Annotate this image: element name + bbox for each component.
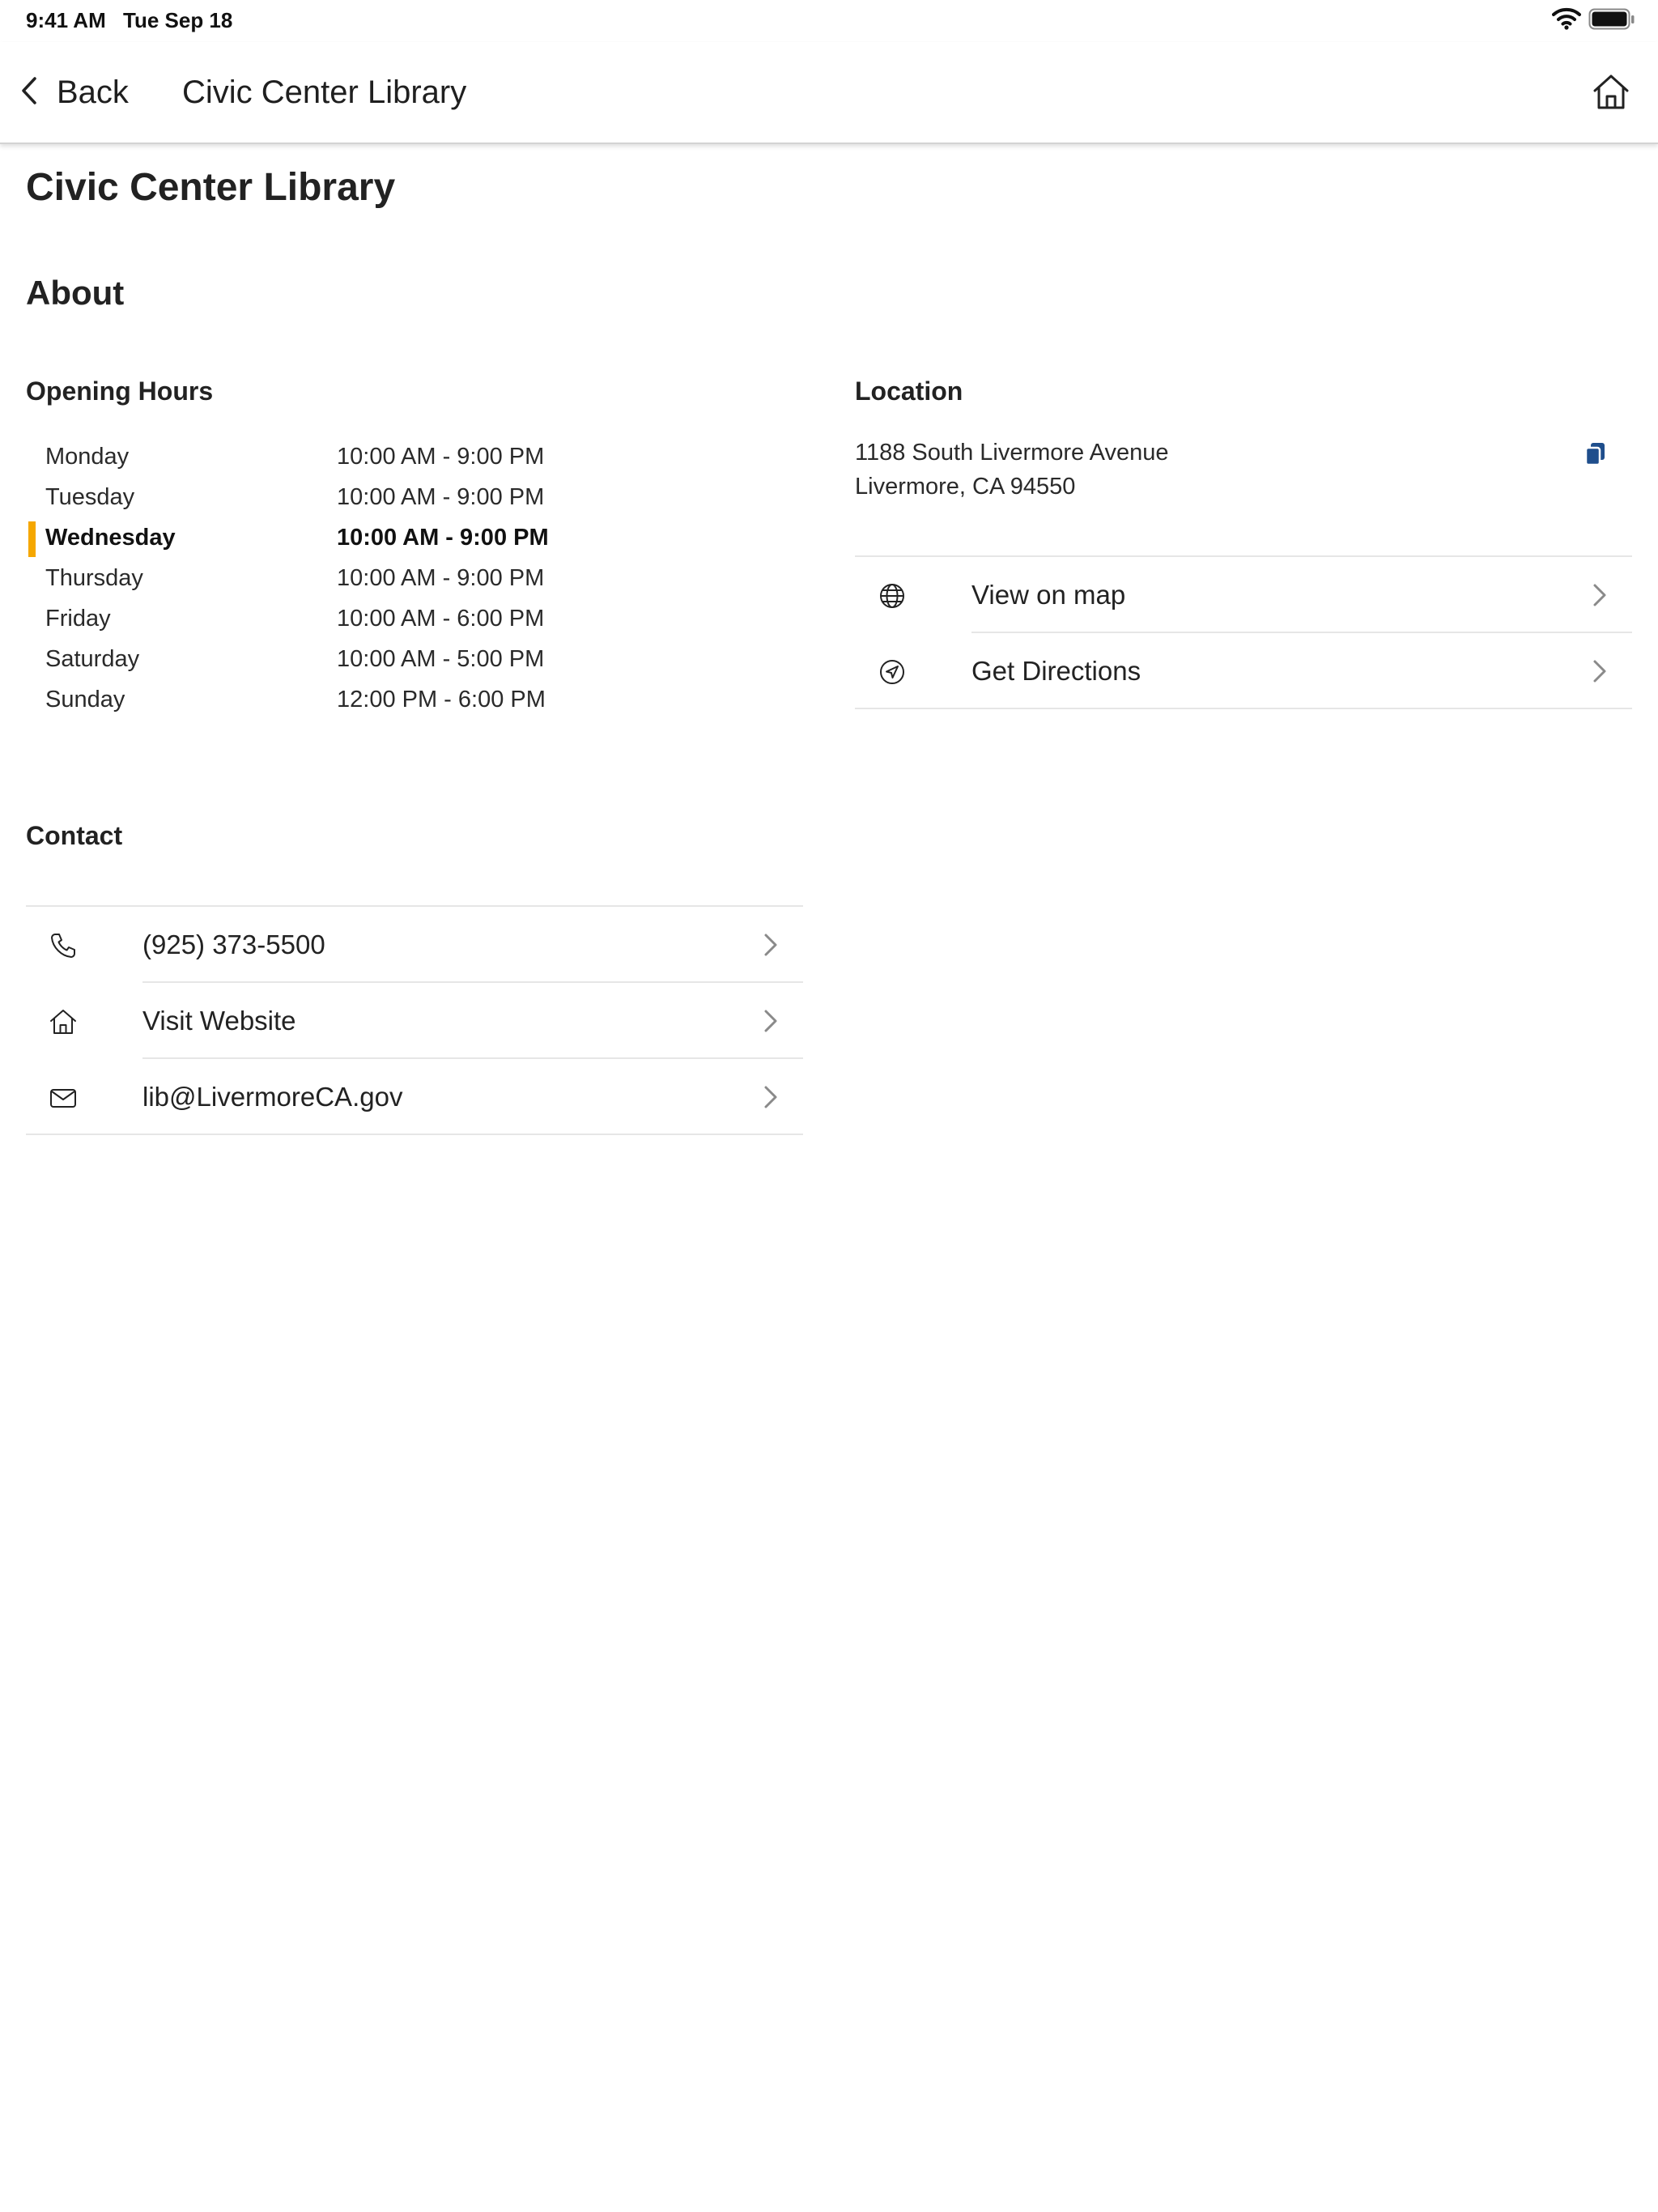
view-on-map-row[interactable]: View on map [855,557,1632,633]
navigation-arrow-icon [878,657,907,687]
hours-row-monday: Monday 10:00 AM - 9:00 PM [26,437,593,478]
opening-hours-list: Monday 10:00 AM - 9:00 PM Tuesday 10:00 … [26,437,593,721]
hours-time: 10:00 AM - 9:00 PM [337,444,545,470]
hours-row-wednesday: Wednesday 10:00 AM - 9:00 PM [26,518,593,559]
visit-website-label: Visit Website [142,1006,296,1036]
hours-row-sunday: Sunday 12:00 PM - 6:00 PM [26,680,593,721]
view-on-map-label: View on map [971,580,1126,610]
address-line-1: 1188 South Livermore Avenue [855,440,1169,466]
contact-heading: Contact [26,821,123,850]
location-heading: Location [855,376,963,406]
email-address: lib@LivermoreCA.gov [142,1082,403,1112]
nav-title: Civic Center Library [182,74,467,110]
hours-day: Sunday [45,687,125,713]
hours-time: 10:00 AM - 6:00 PM [337,606,545,632]
globe-icon [878,581,907,610]
back-button[interactable]: Back [21,71,129,113]
hours-day: Tuesday [45,484,135,510]
opening-hours-heading: Opening Hours [26,376,214,406]
chevron-right-icon [1592,581,1608,609]
mail-icon [49,1083,78,1112]
website-row[interactable]: Visit Website [26,983,803,1059]
hours-row-saturday: Saturday 10:00 AM - 5:00 PM [26,640,593,680]
navigation-bar: Back Civic Center Library [0,42,1658,144]
home-icon [1592,74,1630,115]
location-actions-list: View on map Get Directions [855,555,1632,709]
battery-icon [1588,8,1635,35]
chevron-right-icon [1592,657,1608,685]
phone-number: (925) 373-5500 [142,929,325,959]
phone-row[interactable]: (925) 373-5500 [26,907,803,983]
hours-time: 10:00 AM - 9:00 PM [337,565,545,591]
hours-day: Friday [45,606,111,632]
hours-time: 10:00 AM - 9:00 PM [337,484,545,510]
hours-row-tuesday: Tuesday 10:00 AM - 9:00 PM [26,478,593,518]
get-directions-label: Get Directions [971,656,1141,686]
hours-day: Saturday [45,646,140,672]
hours-time: 10:00 AM - 9:00 PM [337,525,549,551]
email-row[interactable]: lib@LivermoreCA.gov [26,1059,803,1135]
chevron-right-icon [763,1083,779,1111]
hours-day: Thursday [45,565,143,591]
status-bar: 9:41 AM Tue Sep 18 [0,0,1658,42]
hours-time: 12:00 PM - 6:00 PM [337,687,546,713]
copy-icon [1583,443,1609,470]
back-label: Back [57,74,129,110]
hours-day: Monday [45,444,130,470]
contact-list: (925) 373-5500 Visit Website lib@Livermo… [26,905,803,1135]
home-icon [49,1007,78,1036]
home-button[interactable] [1592,73,1630,112]
copy-address-button[interactable] [1583,440,1609,466]
hours-time: 10:00 AM - 5:00 PM [337,646,545,672]
address-line-2: Livermore, CA 94550 [855,474,1076,500]
address: 1188 South Livermore Avenue Livermore, C… [855,436,1168,504]
about-heading: About [26,274,125,312]
page-title: Civic Center Library [26,166,396,209]
chevron-left-icon [21,76,37,109]
get-directions-row[interactable]: Get Directions [855,633,1632,709]
hours-day: Wednesday [45,525,176,551]
hours-row-friday: Friday 10:00 AM - 6:00 PM [26,599,593,640]
hours-row-thursday: Thursday 10:00 AM - 9:00 PM [26,559,593,599]
phone-icon [49,931,78,960]
chevron-right-icon [763,931,779,959]
status-time: 9:41 AM [26,8,106,32]
chevron-right-icon [763,1007,779,1035]
status-date: Tue Sep 18 [123,8,233,32]
wifi-icon [1552,6,1581,35]
today-marker [28,521,36,557]
